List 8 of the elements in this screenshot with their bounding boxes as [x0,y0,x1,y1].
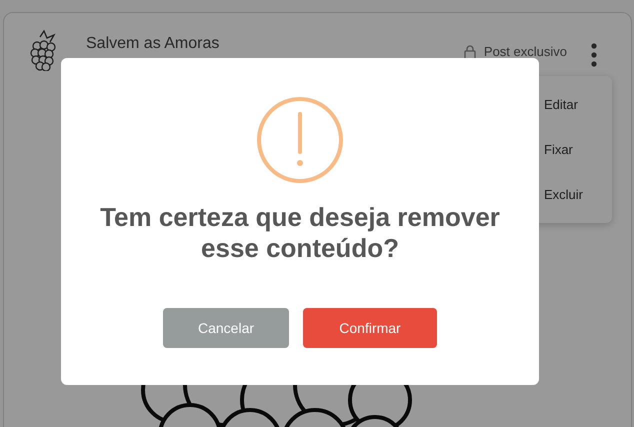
lock-icon [464,44,476,58]
post-title: Salvem as Amoras [86,35,220,53]
warning-icon [256,96,344,184]
confirm-button[interactable]: Confirmar [303,308,437,348]
dialog-question: Tem certeza que deseja remover esse conteúdo? [99,202,501,264]
exclusive-label: Post exclusivo [484,44,567,59]
raspberry-icon [28,29,58,71]
more-options-icon[interactable] [591,43,597,67]
